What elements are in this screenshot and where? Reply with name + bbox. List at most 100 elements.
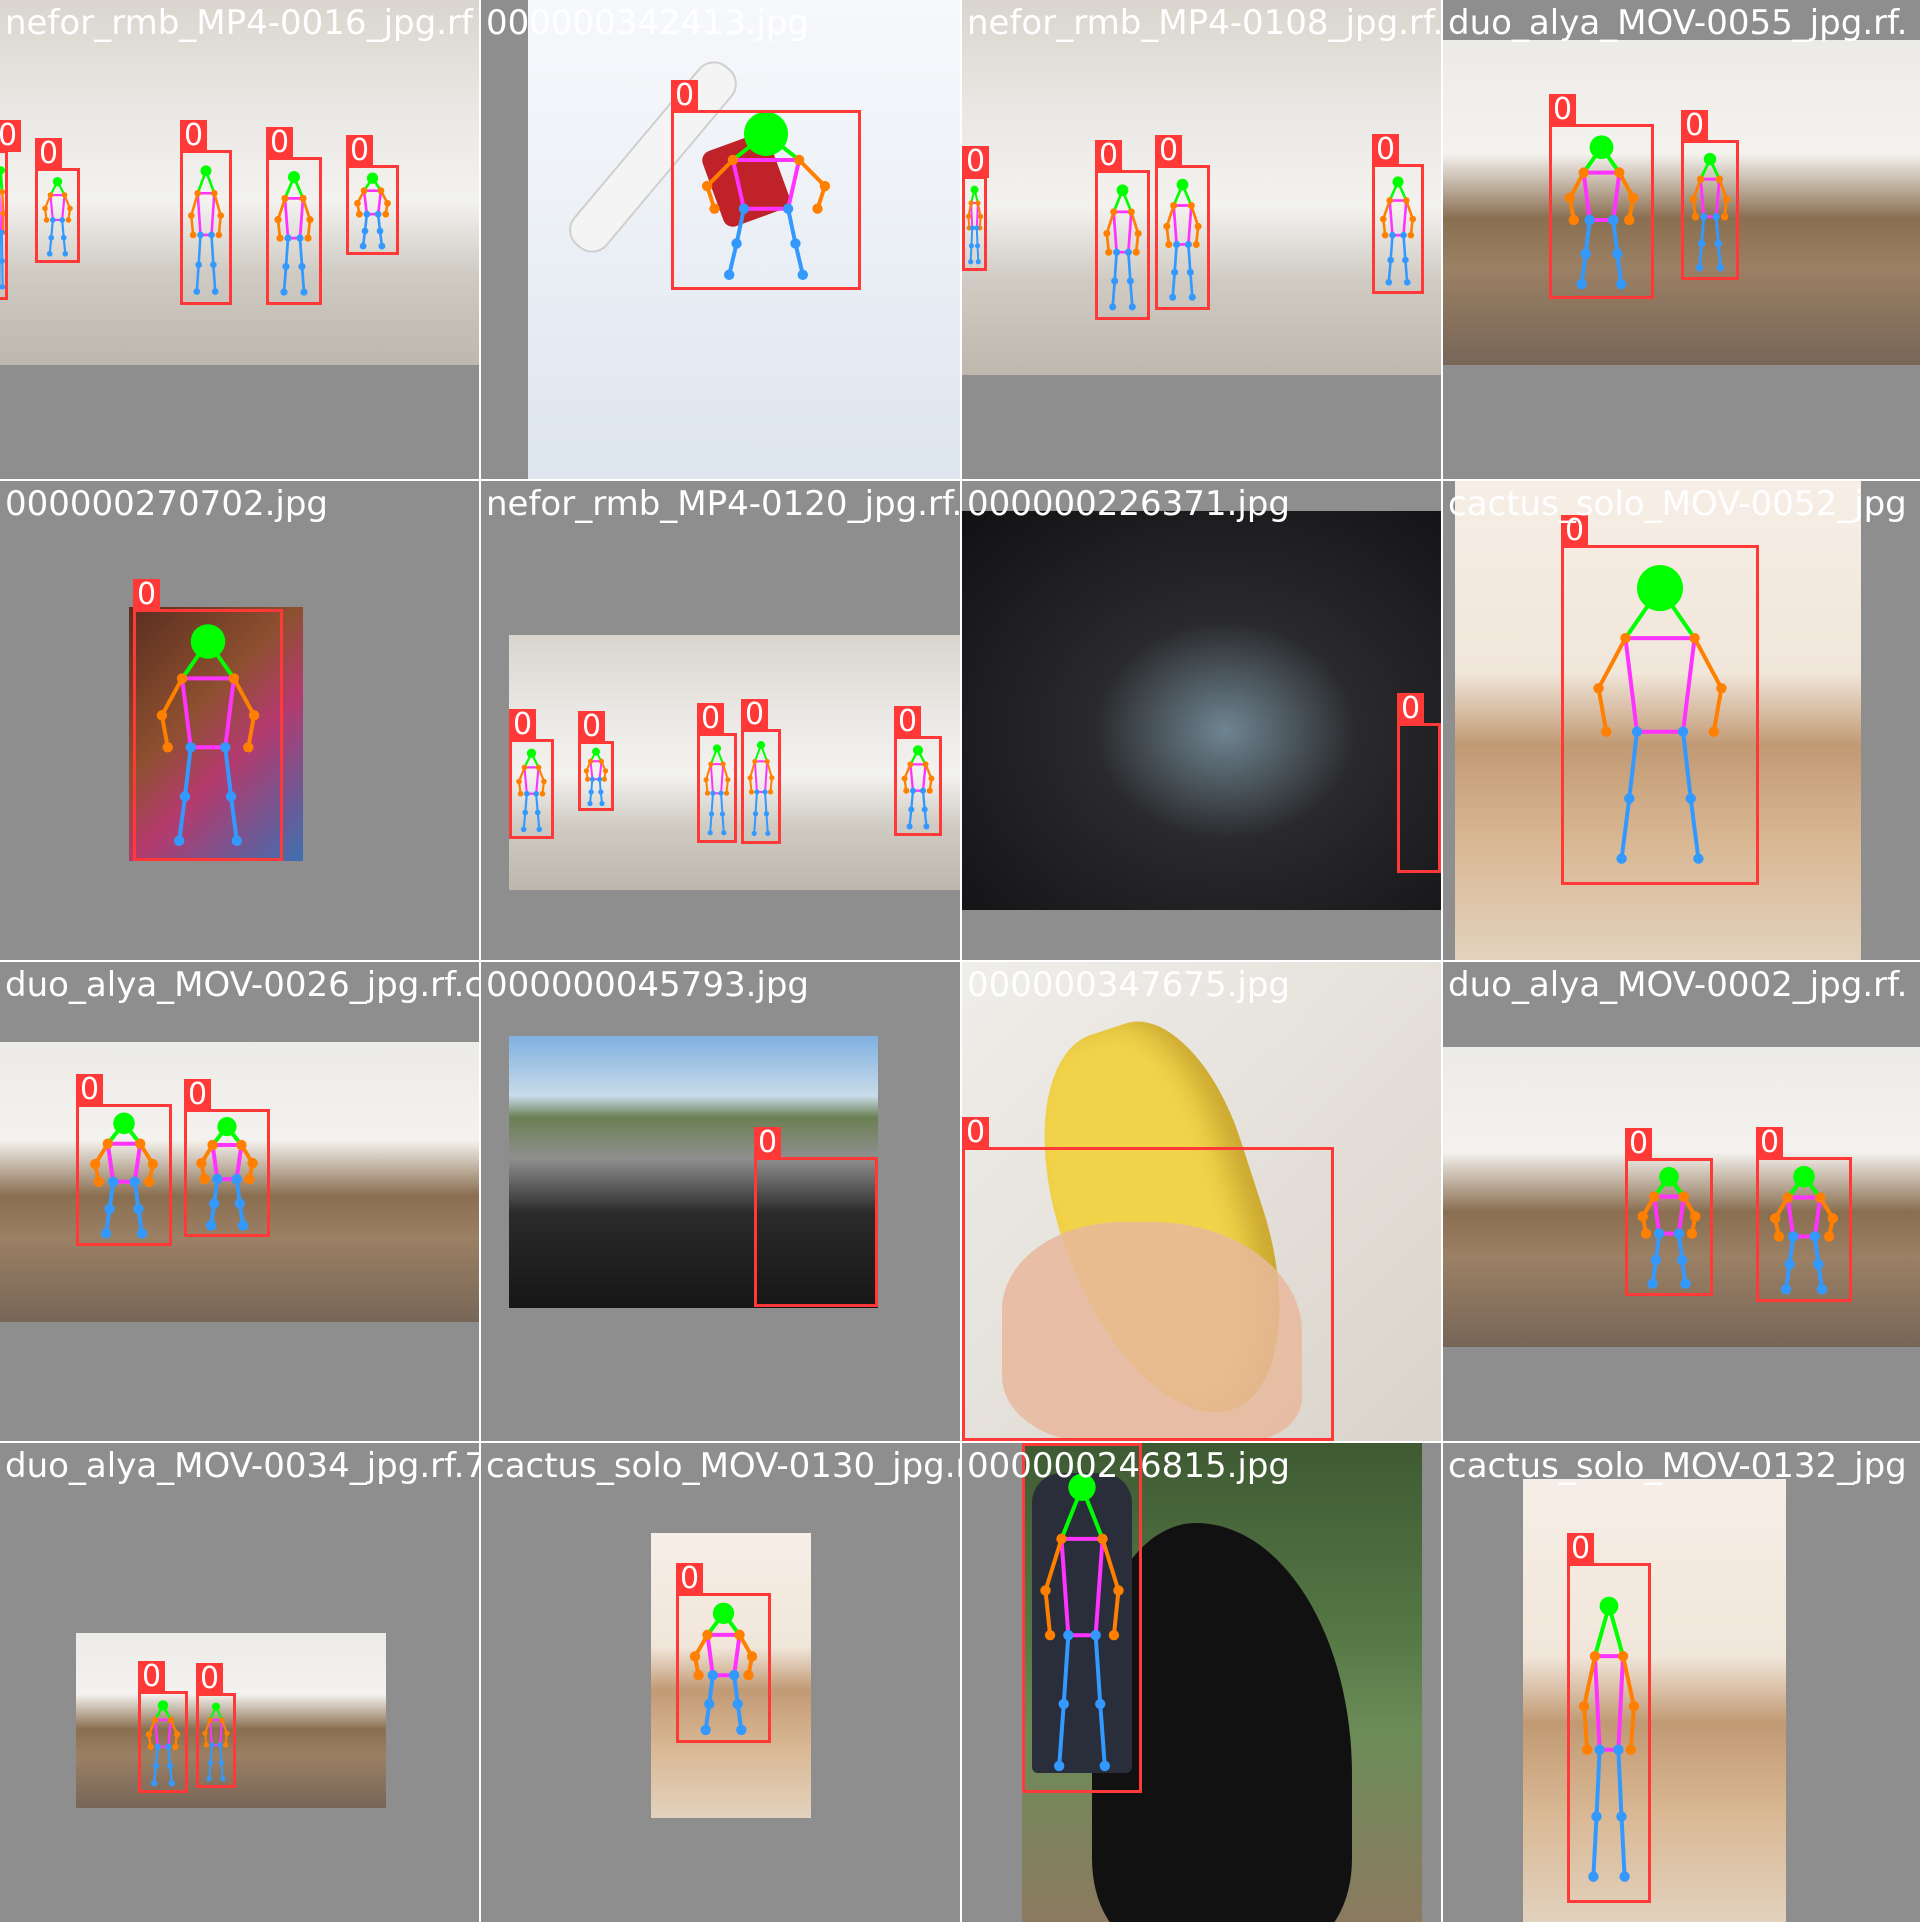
leg-keypoint <box>729 1670 739 1680</box>
arm-keypoint <box>927 788 933 794</box>
torso-link <box>220 1720 222 1745</box>
pose-skeleton <box>187 1112 267 1234</box>
class-label: 0 <box>1549 94 1576 126</box>
torso-link <box>225 678 234 747</box>
leg-keypoint <box>1678 727 1688 737</box>
arm-keypoint <box>1815 1192 1825 1202</box>
leg-link <box>1100 1704 1105 1766</box>
pose-skeleton <box>700 736 734 840</box>
image-tile[interactable]: 0000000226371.jpg <box>962 481 1441 960</box>
leg-keypoint <box>704 1699 714 1709</box>
torso-link <box>1654 1197 1659 1234</box>
arm-keypoint <box>1687 1228 1697 1238</box>
arm-keypoint <box>1614 167 1624 177</box>
arm-keypoint <box>602 777 607 782</box>
pose-skeleton <box>581 744 611 808</box>
arm-keypoint <box>207 1140 217 1150</box>
image-tile[interactable]: 00000nefor_rmb_MP4-0120_jpg.rf.0e3530026… <box>481 481 960 960</box>
leg-keypoint <box>108 1177 118 1187</box>
tile-filename: 000000347675.jpg <box>967 968 1290 1002</box>
arm-keypoint <box>1690 196 1698 204</box>
pose-skeleton <box>679 1596 768 1740</box>
image-tile[interactable]: 0000000246815.jpg <box>962 1443 1441 1922</box>
leg-keypoint <box>1693 853 1703 863</box>
arm-keypoint <box>249 710 259 720</box>
image-tile[interactable]: 0000000347675.jpg <box>962 962 1441 1441</box>
arm-keypoint <box>243 742 253 752</box>
leg-keypoint <box>1698 240 1706 248</box>
leg-link <box>220 1745 221 1763</box>
arm-link <box>2 192 3 214</box>
face-keypoints <box>53 177 62 186</box>
image-tile[interactable]: 0cactus_solo_MOV-0132_jpg <box>1443 1443 1920 1922</box>
photo <box>1523 1479 1786 1922</box>
arm-link <box>1631 1706 1634 1749</box>
leg-link <box>1113 281 1115 307</box>
image-tile[interactable]: 00duo_alya_MOV-0002_jpg.rf. <box>1443 962 1920 1441</box>
leg-keypoint <box>536 827 542 833</box>
arm-keypoint <box>765 759 770 764</box>
torso-link <box>1096 1539 1103 1635</box>
image-tile[interactable]: 00duo_alya_MOV-0026_jpg.rf.cee06045f7915… <box>0 962 479 1441</box>
leg-keypoint <box>597 777 602 782</box>
arm-keypoint <box>144 1177 154 1187</box>
face-keypoints <box>113 1113 135 1135</box>
leg-keypoint <box>1090 1630 1100 1640</box>
leg-keypoint <box>1400 232 1407 239</box>
arm-keypoint <box>0 189 5 194</box>
leg-link <box>721 793 722 814</box>
leg-keypoint <box>1788 1231 1798 1241</box>
arm-keypoint <box>356 211 363 218</box>
detection-box <box>962 176 987 271</box>
leg-keypoint <box>209 1198 219 1208</box>
arm-keypoint <box>749 789 754 794</box>
arm-keypoint <box>708 761 713 766</box>
arm-keypoint <box>585 777 590 782</box>
image-tile[interactable]: 00duo_alya_MOV-0055_jpg.rf. <box>1443 0 1920 479</box>
arm-keypoint <box>148 1159 158 1169</box>
image-tile[interactable]: 0000000270702.jpg <box>0 481 479 960</box>
class-label: 0 <box>578 711 605 743</box>
photo <box>962 511 1441 910</box>
image-tile[interactable]: 00000nefor_rmb_MP4-0016_jpg.rf <box>0 0 479 479</box>
arm-keypoint <box>174 1731 180 1737</box>
leg-keypoint <box>1187 269 1194 276</box>
arm-keypoint <box>812 204 822 214</box>
arm-keypoint <box>1045 1630 1055 1640</box>
leg-keypoint <box>1616 1811 1626 1821</box>
leg-link <box>179 797 185 841</box>
pose-skeleton <box>1552 127 1651 296</box>
arm-keypoint <box>157 710 167 720</box>
leg-link <box>1173 272 1175 297</box>
leg-link <box>712 793 713 814</box>
image-grid: 00000nefor_rmb_MP4-0016_jpg.rf0000000342… <box>0 0 1920 1920</box>
leg-keypoint <box>587 801 592 806</box>
leg-keypoint <box>195 261 202 268</box>
leg-keypoint <box>783 204 793 214</box>
arm-keypoint <box>229 673 239 683</box>
leg-keypoint <box>101 1228 111 1238</box>
leg-keypoint <box>1113 249 1120 256</box>
image-tile[interactable]: 00duo_alya_MOV-0034_jpg.rf.7a9ea1fcf1324… <box>0 1443 479 1922</box>
torso-link <box>210 1720 212 1745</box>
arm-link <box>1695 638 1722 688</box>
arm-keypoint <box>721 761 726 766</box>
leg-keypoint <box>209 1742 214 1747</box>
image-tile[interactable]: 0000000342413.jpg <box>481 0 960 479</box>
image-tile[interactable]: 0cactus_solo_MOV-0130_jpg.rf.00000024681… <box>481 1443 960 1922</box>
detection-box <box>1549 124 1654 299</box>
arm-keypoint <box>1193 241 1200 248</box>
class-label: 0 <box>1756 1127 1783 1159</box>
face-keypoints <box>1177 179 1189 191</box>
arm-keypoint <box>146 1731 152 1737</box>
image-tile[interactable]: 0000nefor_rmb_MP4-0108_jpg.rf.d37e712a2f… <box>962 0 1441 479</box>
torso-link <box>300 198 303 238</box>
pose-skeleton <box>965 179 984 268</box>
face-keypoints <box>1600 1597 1619 1616</box>
image-tile[interactable]: 0000000045793.jpg <box>481 962 960 1441</box>
arm-keypoint <box>148 1744 154 1750</box>
image-tile[interactable]: 0cactus_solo_MOV-0052_jpg <box>1443 481 1920 960</box>
class-label: 0 <box>1095 140 1122 172</box>
pose-skeleton <box>512 742 551 836</box>
torso-link <box>212 193 215 235</box>
